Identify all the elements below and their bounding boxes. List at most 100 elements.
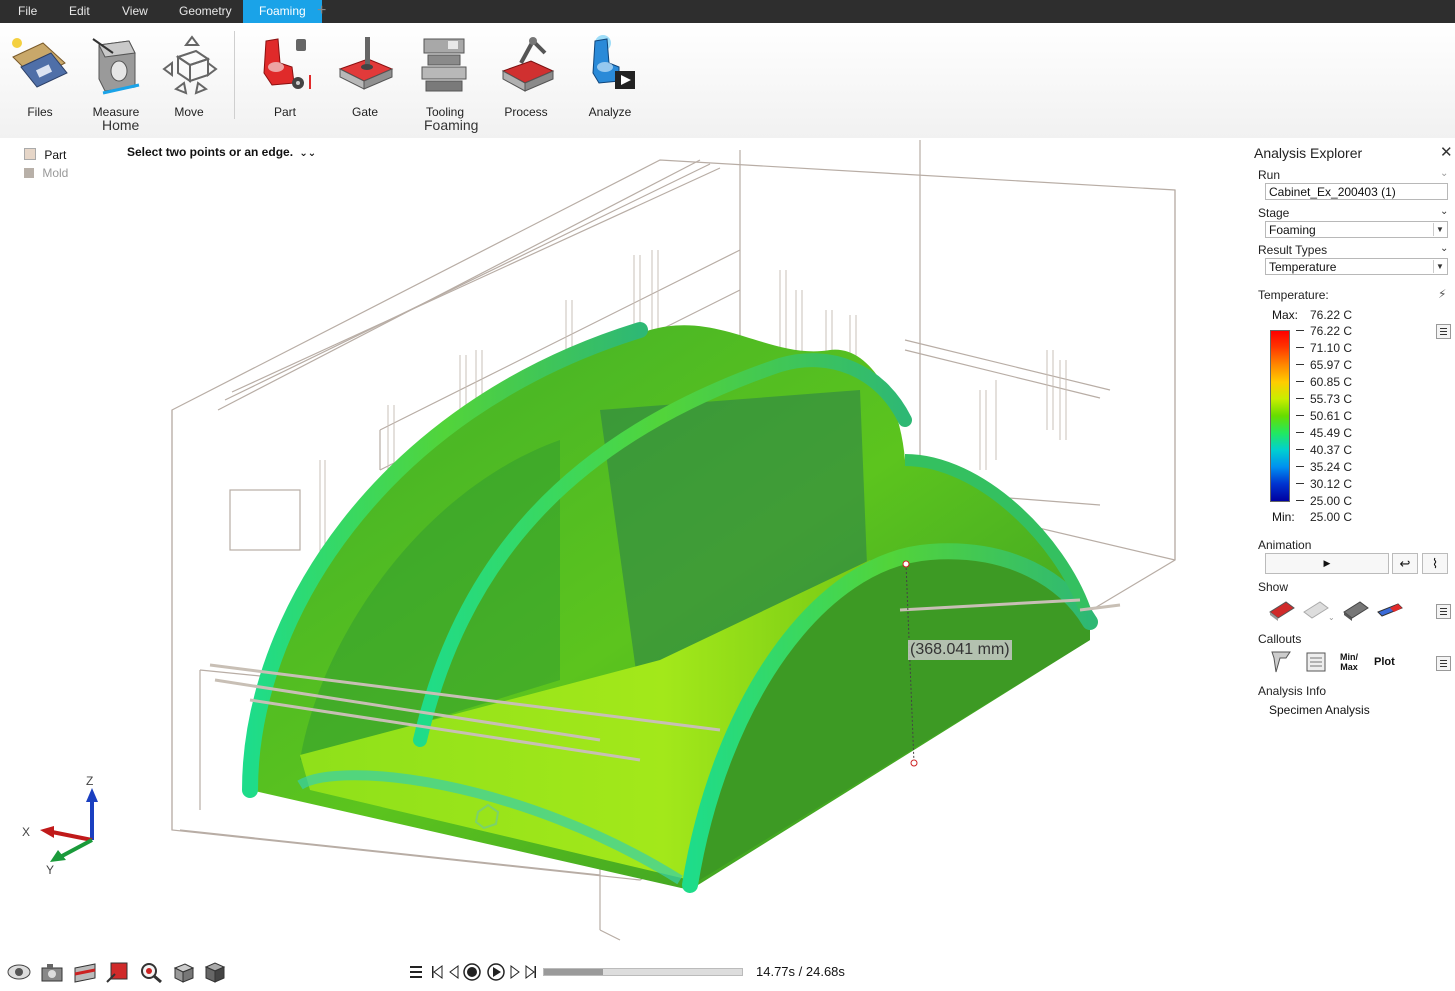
stage-select[interactable]: Foaming ▼ [1265,221,1448,238]
callouts-menu-button[interactable] [1436,656,1451,671]
play-icon[interactable] [486,962,506,982]
part-icon [263,38,311,89]
move-button[interactable]: Move [150,33,228,119]
dimension-callout: (368.041 mm) [908,640,1012,660]
chevron-down-icon: ⌄⌄ [299,148,317,159]
analyze-label: Analyze [588,105,632,119]
visibility-part-label: Part [44,148,67,162]
legend-menu-button[interactable] [1436,324,1451,339]
move-label: Move [174,105,204,119]
run-label: Run [1258,168,1281,182]
callouts-label: Callouts [1258,632,1302,646]
run-field[interactable]: Cabinet_Ex_200403 (1) [1265,183,1448,200]
model-scene[interactable]: Z X Y [0,140,1240,991]
scale-value: 71.10 C [1310,341,1353,355]
plane-icon[interactable] [105,960,131,984]
scale-value: 45.49 C [1310,426,1353,440]
chevron-down-icon[interactable]: ⌄ [1440,168,1448,179]
svg-text:⌄: ⌄ [1328,613,1334,622]
visibility-part[interactable]: Part [24,146,68,164]
result-types-value: Temperature [1269,260,1337,274]
scale-value: 25.00 C [1310,494,1353,508]
tooling-button[interactable]: Tooling [406,33,484,119]
ribbon-separator [234,31,235,119]
list-icon[interactable] [408,962,424,982]
close-icon[interactable]: ✕ [1440,143,1453,161]
tooling-icon [421,38,467,92]
selection-hint-text: Select two points or an edge. [127,145,294,159]
panel-title: Analysis Explorer [1254,145,1363,161]
probe-icon[interactable] [1270,650,1294,674]
zoom-icon[interactable] [138,960,164,984]
stop-icon[interactable] [462,962,482,982]
chevron-down-icon[interactable]: ⌄ [1440,243,1448,254]
files-button[interactable]: Files [1,33,79,119]
menu-file[interactable]: File [18,0,37,23]
menu-view[interactable]: View [122,0,148,23]
process-button[interactable]: Process [487,33,565,119]
playback-progress-fill [544,969,604,975]
scale-value: 50.61 C [1310,409,1353,423]
part-label: Part [273,105,296,119]
scale-value: 35.24 C [1310,460,1353,474]
process-icon [501,37,555,92]
animation-play-button[interactable]: ▶ [1265,553,1389,574]
animation-label: Animation [1258,538,1312,552]
max-label: Max: [1272,308,1299,322]
scale-value: 30.12 C [1310,477,1353,491]
dropdown-arrow-icon: ▼ [1433,223,1446,236]
part-button[interactable]: Part [246,33,324,119]
temperature-label: Temperature: [1258,288,1329,302]
lightning-icon[interactable]: ⚡ [1438,287,1446,301]
add-tab-icon[interactable]: + [317,3,326,19]
scale-value: 76.22 C [1310,324,1353,338]
min-label: Min: [1272,510,1295,524]
mold-swatch [24,168,34,178]
group-foaming-label: Foaming [424,117,479,133]
menu-geometry[interactable]: Geometry [179,0,232,23]
axis-z-label: Z [86,774,93,788]
playback-progress[interactable] [543,968,743,976]
show-thermal-icon[interactable] [1376,600,1404,620]
3d-viewport[interactable]: Z X Y Part Mold Select two points or an … [0,140,1240,991]
result-types-label: Result Types [1258,243,1328,257]
skip-end-icon[interactable] [524,962,538,982]
view-3d-icon[interactable] [171,960,197,984]
show-label: Show [1258,580,1289,594]
camera-icon[interactable] [39,960,65,984]
scale-value: 55.73 C [1310,392,1353,406]
skip-start-icon[interactable] [430,962,444,982]
axis-x-label: X [22,825,30,839]
eye-icon[interactable] [6,960,32,984]
files-icon [12,38,68,88]
menu-edit[interactable]: Edit [69,0,90,23]
note-icon[interactable] [1304,650,1328,674]
max-value: 76.22 C [1310,308,1353,322]
selection-hint[interactable]: Select two points or an edge. ⌄⌄ [127,145,316,159]
show-menu-button[interactable] [1436,604,1451,619]
show-part-icon[interactable] [1268,598,1296,622]
analyze-button[interactable]: Analyze [571,33,649,119]
chevron-down-icon[interactable]: ⌄ [1440,206,1448,217]
animation-curve-button[interactable]: ⌇ [1422,553,1448,574]
dropdown-arrow-icon: ▼ [1433,260,1446,273]
min-max-button[interactable]: Min/ Max [1340,652,1358,672]
visibility-mold[interactable]: Mold [24,164,68,182]
section-icon[interactable] [72,960,98,984]
menu-foaming[interactable]: Foaming [243,0,322,23]
gate-label: Gate [351,105,378,119]
gate-button[interactable]: Gate [326,33,404,119]
show-mold-icon[interactable]: ⌄ [1300,598,1334,622]
analysis-info-value: Specimen Analysis [1269,703,1370,717]
gate-icon [338,37,394,90]
measure-button[interactable]: Measure [77,33,155,119]
show-shaded-icon[interactable] [1342,598,1370,622]
scale-value: 65.97 C [1310,358,1353,372]
plot-button[interactable]: Plot [1374,656,1395,668]
step-back-icon[interactable] [448,962,460,982]
step-forward-icon[interactable] [509,962,521,982]
animation-loop-button[interactable]: ↩ [1392,553,1418,574]
analysis-info-label: Analysis Info [1258,684,1327,698]
cube-icon[interactable] [202,960,228,984]
result-types-select[interactable]: Temperature ▼ [1265,258,1448,275]
